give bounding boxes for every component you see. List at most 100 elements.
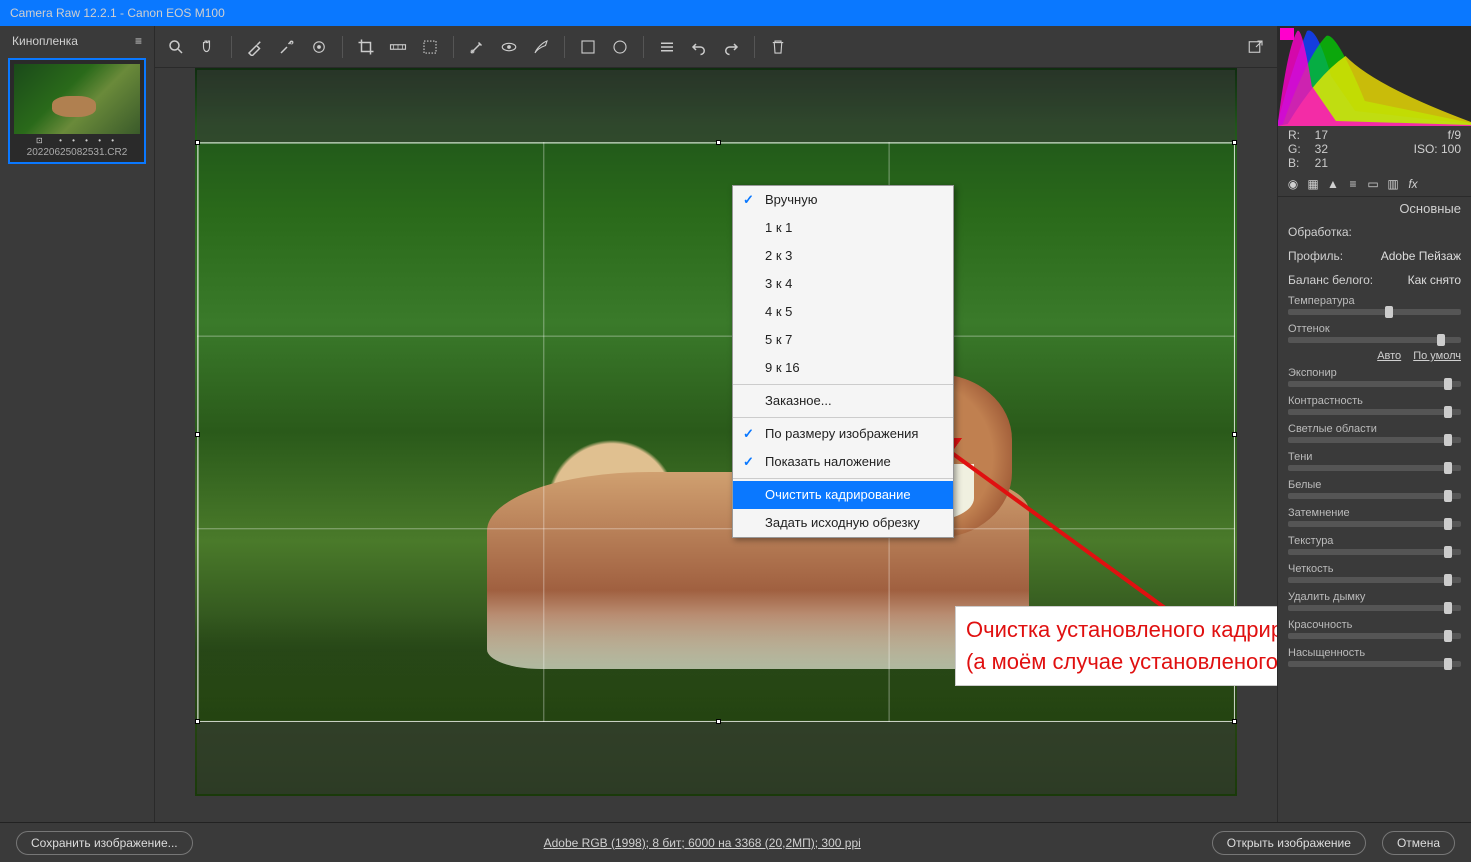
menu-item[interactable]: 1 к 1 bbox=[733, 214, 953, 242]
filmstrip-header: Кинопленка ≡ bbox=[4, 30, 150, 52]
target-adjust-icon[interactable] bbox=[310, 38, 328, 56]
tab-hsl[interactable]: ≡ bbox=[1344, 176, 1362, 192]
annotation-line1: Очистка установленого кадрирования bbox=[966, 614, 1277, 646]
thumbnail-image bbox=[14, 64, 140, 134]
auto-link[interactable]: Авто bbox=[1377, 350, 1401, 362]
treatment-row[interactable]: Обработка: bbox=[1278, 220, 1471, 244]
gradient-icon[interactable] bbox=[579, 38, 597, 56]
tab-lens[interactable]: ▥ bbox=[1384, 176, 1402, 192]
transform-icon[interactable] bbox=[421, 38, 439, 56]
slider-thumb[interactable] bbox=[1444, 490, 1452, 502]
menu-item[interactable]: 9 к 16 bbox=[733, 354, 953, 382]
main-toolbar bbox=[155, 26, 1277, 68]
slider-thumb[interactable] bbox=[1444, 462, 1452, 474]
open-object-icon[interactable] bbox=[1247, 38, 1265, 56]
tab-basic[interactable]: ◉ bbox=[1284, 176, 1302, 192]
color-sampler-icon[interactable] bbox=[278, 38, 296, 56]
trash-icon[interactable] bbox=[769, 38, 787, 56]
tab-detail[interactable]: ▲ bbox=[1324, 176, 1342, 192]
menu-item[interactable]: Очистить кадрирование bbox=[733, 481, 953, 509]
undo-icon[interactable] bbox=[690, 38, 708, 56]
filmstrip-menu-icon[interactable]: ≡ bbox=[135, 34, 142, 48]
slider-Удалить дымку[interactable]: Удалить дымку bbox=[1278, 588, 1471, 616]
thumbnail-rating[interactable]: ⊡ • • • • • bbox=[14, 134, 140, 147]
menu-item[interactable]: 2 к 3 bbox=[733, 242, 953, 270]
histogram[interactable] bbox=[1278, 26, 1471, 126]
crop-icon[interactable] bbox=[357, 38, 375, 56]
open-image-button[interactable]: Открыть изображение bbox=[1212, 831, 1366, 855]
filmstrip-panel: Кинопленка ≡ ⊡ • • • • • 20220625082531.… bbox=[0, 26, 155, 862]
annotation-line2: (а моём случае установленого камерой) bbox=[966, 646, 1277, 678]
crop-handle[interactable] bbox=[716, 719, 721, 724]
hand-icon[interactable] bbox=[199, 38, 217, 56]
slider-Текстура[interactable]: Текстура bbox=[1278, 532, 1471, 560]
slider-Контрастность[interactable]: Контрастность bbox=[1278, 392, 1471, 420]
window-titlebar: Camera Raw 12.2.1 - Canon EOS M100 bbox=[0, 0, 1471, 26]
slider-Затемнение[interactable]: Затемнение bbox=[1278, 504, 1471, 532]
menu-item[interactable]: Вручную bbox=[733, 186, 953, 214]
zoom-icon[interactable] bbox=[167, 38, 185, 56]
tab-fx[interactable]: fx bbox=[1404, 176, 1422, 192]
presets-icon[interactable] bbox=[658, 38, 676, 56]
slider-thumb[interactable] bbox=[1385, 306, 1393, 318]
slider-thumb[interactable] bbox=[1444, 574, 1452, 586]
tab-split[interactable]: ▭ bbox=[1364, 176, 1382, 192]
panel-tabs: ◉ ▦ ▲ ≡ ▭ ▥ fx bbox=[1278, 172, 1471, 197]
shadow-clip-icon[interactable] bbox=[1280, 28, 1294, 40]
spot-heal-icon[interactable] bbox=[468, 38, 486, 56]
menu-item[interactable]: По размеру изображения bbox=[733, 420, 953, 448]
slider-thumb[interactable] bbox=[1444, 518, 1452, 530]
slider-thumb[interactable] bbox=[1444, 630, 1452, 642]
slider-thumb[interactable] bbox=[1437, 334, 1445, 346]
default-link[interactable]: По умолч bbox=[1413, 350, 1461, 362]
menu-item[interactable]: Заказное... bbox=[733, 387, 953, 415]
redeye-icon[interactable] bbox=[500, 38, 518, 56]
menu-item[interactable]: 5 к 7 bbox=[733, 326, 953, 354]
image-meta-link[interactable]: Adobe RGB (1998); 8 бит; 6000 на 3368 (2… bbox=[209, 836, 1196, 850]
crop-handle[interactable] bbox=[716, 140, 721, 145]
thumbnail-filename: 20220625082531.CR2 bbox=[14, 147, 140, 158]
slider-thumb[interactable] bbox=[1444, 434, 1452, 446]
menu-item[interactable]: 4 к 5 bbox=[733, 298, 953, 326]
slider-Красочность[interactable]: Красочность bbox=[1278, 616, 1471, 644]
save-image-button[interactable]: Сохранить изображение... bbox=[16, 831, 193, 855]
tab-curve[interactable]: ▦ bbox=[1304, 176, 1322, 192]
profile-row[interactable]: Профиль: Adobe Пейзаж bbox=[1278, 244, 1471, 268]
menu-item[interactable]: Задать исходную обрезку bbox=[733, 509, 953, 537]
menu-item[interactable]: Показать наложение bbox=[733, 448, 953, 476]
slider-thumb[interactable] bbox=[1444, 658, 1452, 670]
slider-thumb[interactable] bbox=[1444, 602, 1452, 614]
crop-handle[interactable] bbox=[1232, 432, 1237, 437]
brush-icon[interactable] bbox=[532, 38, 550, 56]
slider-Белые[interactable]: Белые bbox=[1278, 476, 1471, 504]
filmstrip-title: Кинопленка bbox=[12, 34, 78, 48]
menu-item[interactable]: 3 к 4 bbox=[733, 270, 953, 298]
eyedropper-icon[interactable] bbox=[246, 38, 264, 56]
crop-handle[interactable] bbox=[1232, 719, 1237, 724]
iso-value: ISO: 100 bbox=[1414, 142, 1461, 156]
straighten-icon[interactable] bbox=[389, 38, 407, 56]
slider-thumb[interactable] bbox=[1444, 406, 1452, 418]
canvas-area[interactable]: Вручную1 к 12 к 33 к 44 к 55 к 79 к 16 За… bbox=[155, 68, 1277, 836]
crop-handle[interactable] bbox=[195, 719, 200, 724]
adjustments-panel: R:17 G:32 B:21 f/9 ISO: 100 ◉ ▦ ▲ ≡ ▭ ▥ … bbox=[1277, 26, 1471, 862]
slider-Насыщенность[interactable]: Насыщенность bbox=[1278, 644, 1471, 672]
slider-thumb[interactable] bbox=[1444, 546, 1452, 558]
cancel-button[interactable]: Отмена bbox=[1382, 831, 1455, 855]
wb-row[interactable]: Баланс белого: Как снято bbox=[1278, 268, 1471, 292]
crop-handle[interactable] bbox=[195, 432, 200, 437]
crop-handle[interactable] bbox=[195, 140, 200, 145]
slider-Температура[interactable]: Температура bbox=[1278, 292, 1471, 320]
slider-Тени[interactable]: Тени bbox=[1278, 448, 1471, 476]
crop-context-menu: Вручную1 к 12 к 33 к 44 к 55 к 79 к 16 За… bbox=[732, 185, 954, 538]
slider-Светлые области[interactable]: Светлые области bbox=[1278, 420, 1471, 448]
crop-handle[interactable] bbox=[1232, 140, 1237, 145]
thumbnail[interactable]: ⊡ • • • • • 20220625082531.CR2 bbox=[8, 58, 146, 164]
redo-icon[interactable] bbox=[722, 38, 740, 56]
slider-Экспонир[interactable]: Экспонир bbox=[1278, 364, 1471, 392]
slider-thumb[interactable] bbox=[1444, 378, 1452, 390]
slider-Оттенок[interactable]: Оттенок bbox=[1278, 320, 1471, 348]
radial-icon[interactable] bbox=[611, 38, 629, 56]
auto-row: Авто По умолч bbox=[1278, 348, 1471, 364]
slider-Четкость[interactable]: Четкость bbox=[1278, 560, 1471, 588]
